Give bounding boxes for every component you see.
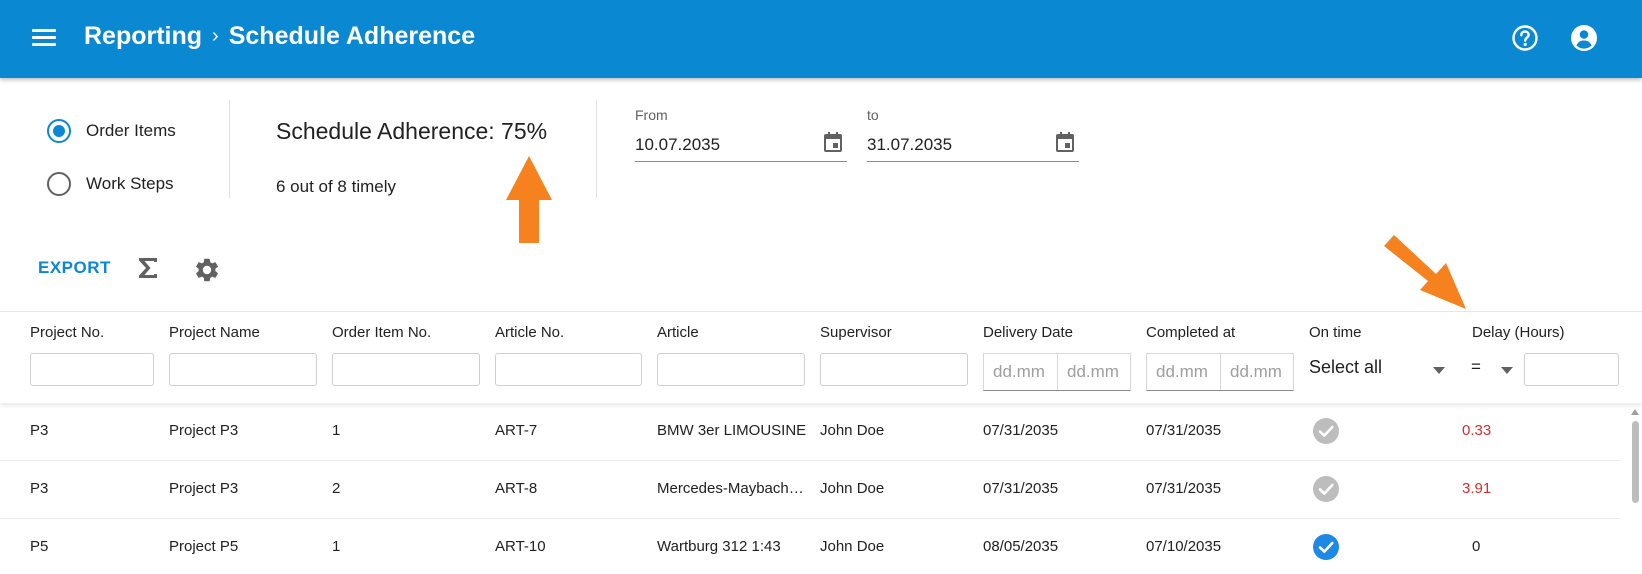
divider xyxy=(229,100,230,198)
cell-delivery-date: 08/05/2035 xyxy=(983,538,1059,555)
cell-order-item-no: 1 xyxy=(332,422,341,439)
export-button[interactable]: EXPORT xyxy=(38,258,111,278)
filter-completed-at-range: dd.mm dd.mm xyxy=(1146,353,1294,391)
cell-article-no: ART-10 xyxy=(495,538,546,555)
filter-order-item-no-input[interactable] xyxy=(332,353,480,386)
from-date-label: From xyxy=(635,107,668,123)
account-icon[interactable] xyxy=(1570,24,1598,52)
cell-delay-hours: 0.33 xyxy=(1462,422,1492,439)
cell-completed-at: 07/10/2035 xyxy=(1146,538,1222,555)
cell-project-no: P3 xyxy=(30,480,49,497)
to-date-label: to xyxy=(867,107,879,123)
cell-article: Mercedes-Maybach S-Class xyxy=(657,480,807,497)
filter-completed-at-to[interactable]: dd.mm xyxy=(1220,354,1293,390)
scrollbar-thumb[interactable] xyxy=(1632,421,1639,503)
cell-article-no: ART-7 xyxy=(495,422,538,439)
filter-delay-operator-value: = xyxy=(1471,357,1481,376)
calendar-icon[interactable] xyxy=(821,130,845,154)
cell-delivery-date: 07/31/2035 xyxy=(983,480,1059,497)
sigma-icon[interactable] xyxy=(136,255,160,281)
cell-supervisor: John Doe xyxy=(820,538,885,555)
cell-project-name: Project P3 xyxy=(169,422,239,439)
column-header-article-no[interactable]: Article No. xyxy=(495,324,564,341)
cell-completed-at: 07/31/2035 xyxy=(1146,422,1222,439)
cell-delivery-date: 07/31/2035 xyxy=(983,422,1059,439)
cell-project-name: Project P3 xyxy=(169,480,239,497)
chevron-down-icon xyxy=(1501,367,1513,374)
cell-supervisor: John Doe xyxy=(820,480,885,497)
cell-supervisor: John Doe xyxy=(820,422,885,439)
breadcrumb-separator: › xyxy=(212,25,219,47)
cell-order-item-no: 1 xyxy=(332,538,341,555)
breadcrumb-reporting[interactable]: Reporting xyxy=(84,22,202,50)
cell-order-item-no: 2 xyxy=(332,480,341,497)
filter-project-name-input[interactable] xyxy=(169,353,317,386)
table-row[interactable]: P3 Project P3 1 ART-7 BMW 3er LIMOUSINE … xyxy=(0,403,1620,461)
schedule-adherence-value: Schedule Adherence: 75% xyxy=(276,118,548,144)
timely-count: 6 out of 8 timely xyxy=(276,177,397,196)
annotation-arrow-diagonal-icon xyxy=(1384,235,1466,309)
column-header-delivery-date[interactable]: Delivery Date xyxy=(983,324,1073,341)
help-icon[interactable] xyxy=(1511,24,1539,52)
table-body: P3 Project P3 1 ART-7 BMW 3er LIMOUSINE … xyxy=(0,403,1642,574)
radio-label-order-items: Order Items xyxy=(86,121,176,140)
filter-delivery-date-range: dd.mm dd.mm xyxy=(983,353,1131,391)
gear-icon[interactable] xyxy=(193,256,221,284)
cell-project-no: P3 xyxy=(30,422,49,439)
filter-on-time-value: Select all xyxy=(1309,357,1383,377)
radio-order-items[interactable]: Order Items xyxy=(47,119,176,143)
column-header-completed-at[interactable]: Completed at xyxy=(1146,324,1235,341)
column-header-delay-hours[interactable]: Delay (Hours) xyxy=(1472,324,1565,341)
filter-delay-operator-select[interactable]: = xyxy=(1471,357,1517,385)
cell-delay-hours: 3.91 xyxy=(1462,480,1492,497)
calendar-icon[interactable] xyxy=(1053,130,1077,154)
column-header-article[interactable]: Article xyxy=(657,324,699,341)
cell-completed-at: 07/31/2035 xyxy=(1146,480,1222,497)
check-circle-grey-icon xyxy=(1313,418,1339,444)
scrollbar[interactable] xyxy=(1628,403,1642,574)
annotation-arrow-up-icon xyxy=(506,156,552,243)
filter-delivery-date-from[interactable]: dd.mm xyxy=(984,354,1057,390)
chevron-down-icon xyxy=(1433,367,1445,374)
column-header-project-no[interactable]: Project No. xyxy=(30,324,104,341)
to-date-value[interactable]: 31.07.2035 xyxy=(867,135,952,155)
menu-icon[interactable] xyxy=(30,26,58,52)
filter-project-no-input[interactable] xyxy=(30,353,154,386)
filter-supervisor-input[interactable] xyxy=(820,353,968,386)
cell-article-no: ART-8 xyxy=(495,480,538,497)
cell-project-name: Project P5 xyxy=(169,538,239,555)
cell-article: Wartburg 312 1:43 xyxy=(657,538,781,555)
to-date-field[interactable]: to 31.07.2035 xyxy=(867,104,1079,162)
filter-delay-input[interactable] xyxy=(1524,353,1619,386)
app-bar: Reporting › Schedule Adherence xyxy=(0,0,1642,78)
page-title: Schedule Adherence xyxy=(228,22,476,50)
radio-work-steps[interactable]: Work Steps xyxy=(47,172,174,196)
cell-project-no: P5 xyxy=(30,538,49,555)
cell-article: BMW 3er LIMOUSINE xyxy=(657,422,807,439)
cell-delay-hours: 0 xyxy=(1472,538,1481,555)
breadcrumb: Reporting › Schedule Adherence xyxy=(84,22,475,51)
from-date-field[interactable]: From 10.07.2035 xyxy=(635,104,847,162)
radio-button-unchecked[interactable] xyxy=(47,172,71,196)
scroll-up-arrow-icon[interactable] xyxy=(1631,409,1639,415)
filter-article-input[interactable] xyxy=(657,353,805,386)
radio-label-work-steps: Work Steps xyxy=(86,174,174,193)
radio-button-checked[interactable] xyxy=(47,119,71,143)
filter-completed-at-from[interactable]: dd.mm xyxy=(1147,354,1220,390)
check-circle-grey-icon xyxy=(1313,476,1339,502)
table-header: Project No. Project Name Order Item No. … xyxy=(0,311,1642,403)
table-row[interactable]: P3 Project P3 2 ART-8 Mercedes-Maybach S… xyxy=(0,461,1620,519)
filter-on-time-select[interactable]: Select all xyxy=(1309,357,1445,385)
column-header-on-time[interactable]: On time xyxy=(1309,324,1362,341)
filter-delivery-date-to[interactable]: dd.mm xyxy=(1057,354,1130,390)
column-header-order-item-no[interactable]: Order Item No. xyxy=(332,324,431,341)
column-header-project-name[interactable]: Project Name xyxy=(169,324,260,341)
filter-article-no-input[interactable] xyxy=(495,353,642,386)
divider xyxy=(596,100,597,198)
check-circle-blue-icon xyxy=(1313,534,1339,560)
table-row[interactable]: P5 Project P5 1 ART-10 Wartburg 312 1:43… xyxy=(0,519,1620,574)
column-header-supervisor[interactable]: Supervisor xyxy=(820,324,892,341)
from-date-value[interactable]: 10.07.2035 xyxy=(635,135,720,155)
